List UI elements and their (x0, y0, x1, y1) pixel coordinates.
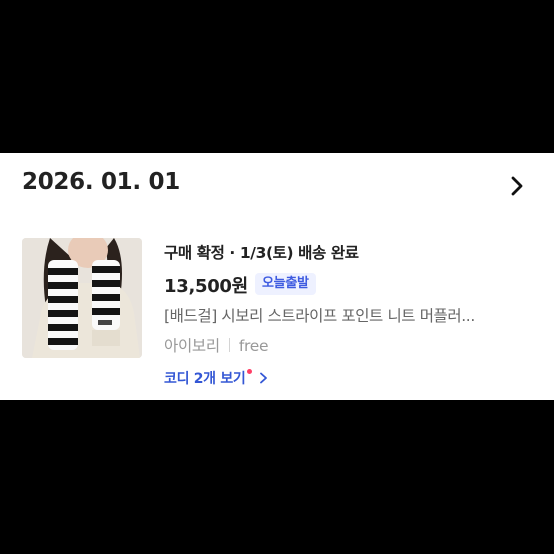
option-divider (228, 338, 230, 352)
chevron-right-icon[interactable] (507, 175, 527, 197)
product-options: 아이보리 free (164, 334, 269, 356)
product-name[interactable]: [배드걸] 시보리 스트라이프 포인트 니트 머플러... (164, 304, 514, 326)
option-color: 아이보리 (164, 337, 220, 355)
view-coordi-label: 코디 2개 보기 (164, 371, 246, 387)
product-thumbnail[interactable] (22, 238, 142, 358)
order-date: 2026. 01. 01 (22, 169, 180, 195)
chevron-right-icon (260, 372, 267, 384)
same-day-shipping-badge: 오늘출발 (255, 273, 316, 295)
product-image (22, 238, 142, 358)
order-status: 구매 확정 · 1/3(토) 배송 완료 (164, 244, 359, 262)
new-indicator-dot (246, 369, 252, 374)
option-size: free (238, 337, 269, 355)
order-card: 2026. 01. 01 구매 확정 · 1/3(토) 배송 완료 13,500… (0, 153, 554, 400)
view-coordi-link[interactable]: 코디 2개 보기 (164, 368, 268, 388)
product-price: 13,500원 (164, 276, 248, 297)
